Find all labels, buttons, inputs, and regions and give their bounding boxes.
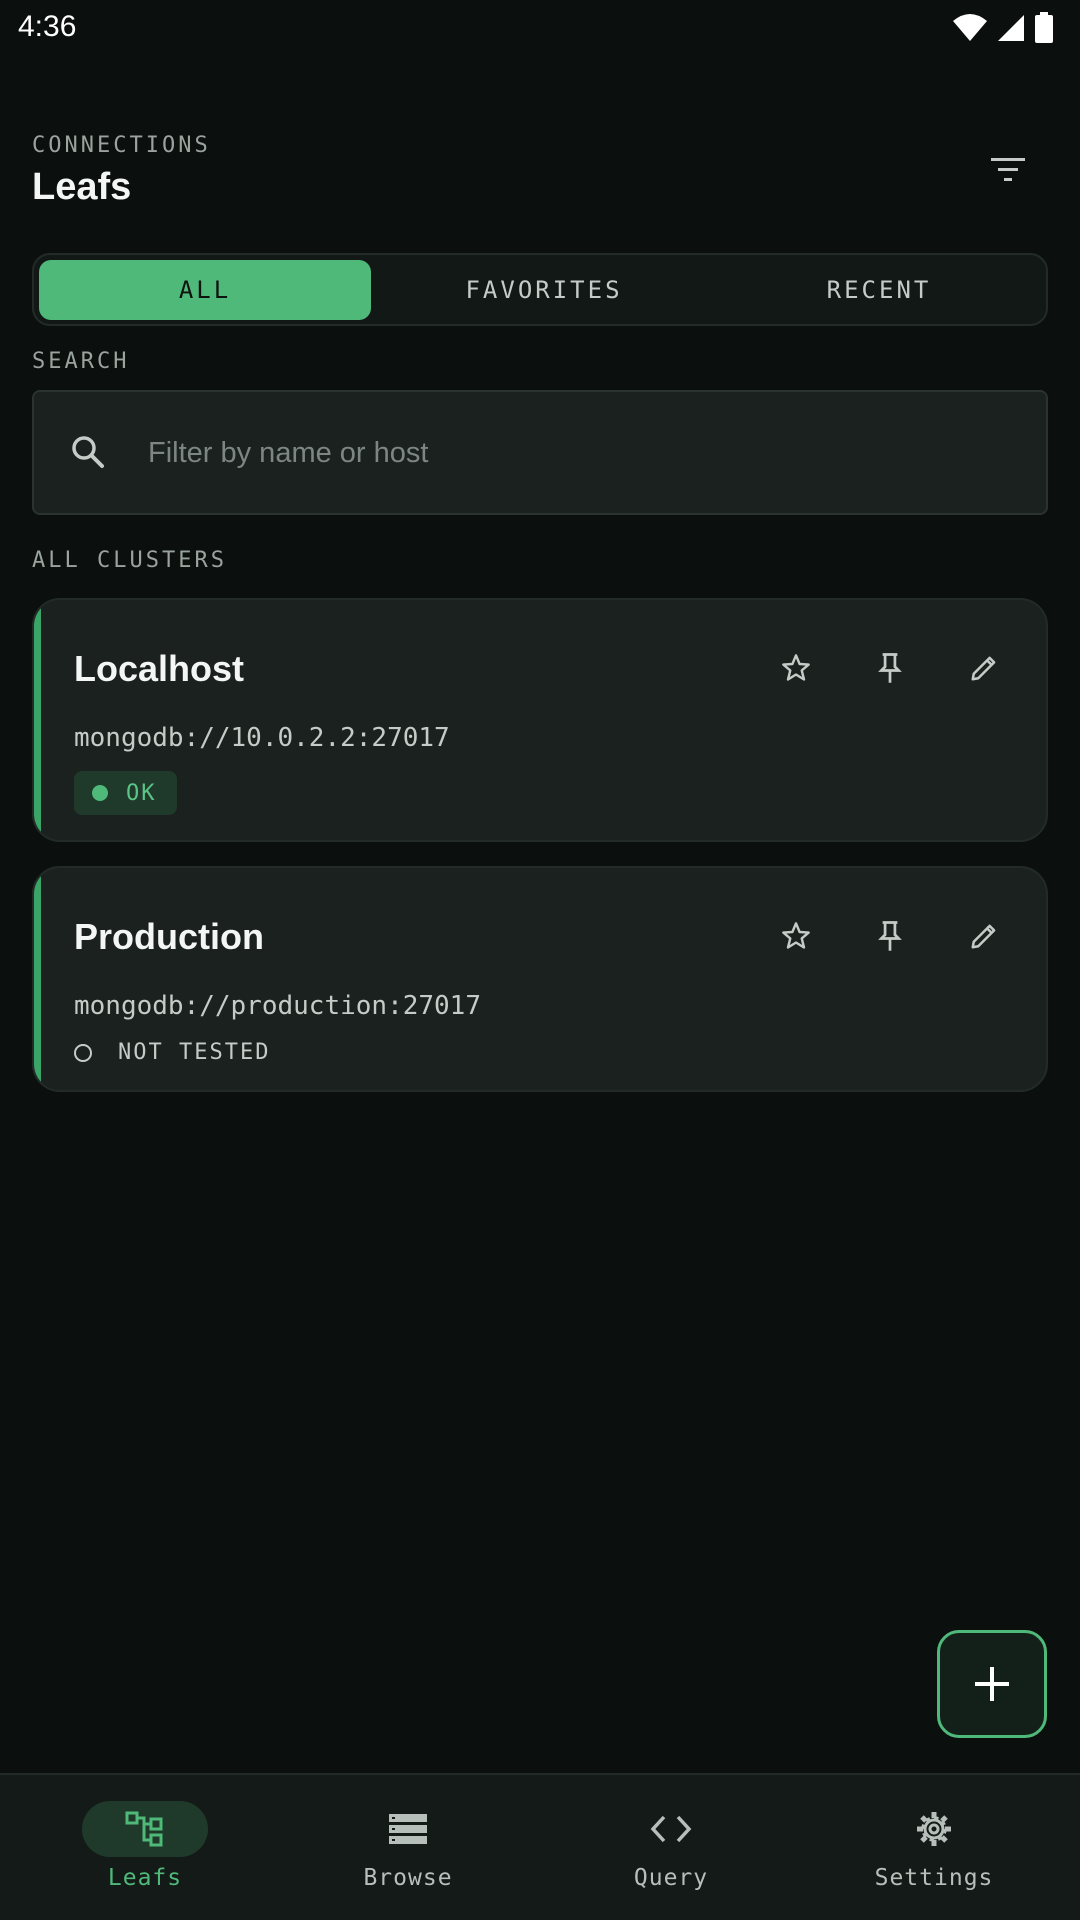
status-text: OK <box>126 780 157 806</box>
edit-button[interactable] <box>958 642 1010 694</box>
header-overline: CONNECTIONS <box>32 133 211 158</box>
star-outline-icon <box>782 654 810 681</box>
signal-icon <box>998 15 1024 41</box>
search-box <box>32 390 1048 515</box>
pin-icon <box>878 653 902 683</box>
filter-tabs: ALL FAVORITES RECENT <box>32 253 1048 326</box>
cluster-card-production[interactable]: Production mongodb://production:27017 NO… <box>32 866 1048 1092</box>
status-badge: OK <box>74 771 177 815</box>
status-icons <box>952 12 1054 44</box>
nav-icon-container <box>608 1801 734 1857</box>
nav-item-leafs[interactable]: Leafs <box>45 1801 245 1901</box>
cluster-card-localhost[interactable]: Localhost mongodb://10.0.2.2:27017 OK <box>32 598 1048 842</box>
cluster-name: Production <box>74 916 264 957</box>
pin-button[interactable] <box>864 642 916 694</box>
card-accent-bar <box>34 600 41 840</box>
status-ring-icon <box>74 1043 92 1062</box>
plus-icon <box>975 1667 1009 1701</box>
pin-button[interactable] <box>864 910 916 962</box>
page-title: Leafs <box>32 166 132 208</box>
nav-label: Query <box>633 1865 709 1891</box>
tree-icon <box>125 1811 163 1847</box>
search-icon <box>72 436 104 468</box>
nav-item-settings[interactable]: Settings <box>834 1801 1034 1901</box>
tab-all[interactable]: ALL <box>39 260 371 320</box>
status-bar: 4:36 <box>0 0 1080 56</box>
nav-item-browse[interactable]: Browse <box>308 1801 508 1901</box>
code-icon <box>650 1815 692 1843</box>
search-input[interactable] <box>148 430 1008 476</box>
edit-button[interactable] <box>958 910 1010 962</box>
tab-recent[interactable]: RECENT <box>714 260 1044 320</box>
status-badge: NOT TESTED <box>74 1040 270 1065</box>
nav-label: Leafs <box>107 1865 183 1891</box>
status-time: 4:36 <box>18 10 77 43</box>
card-actions <box>770 642 1010 694</box>
star-outline-icon <box>782 922 810 949</box>
cluster-name: Localhost <box>74 648 245 689</box>
search-label: SEARCH <box>32 349 130 374</box>
filter-button[interactable] <box>978 146 1038 194</box>
cluster-uri: mongodb://production:27017 <box>74 991 481 1021</box>
favorite-button[interactable] <box>770 642 822 694</box>
nav-label: Settings <box>874 1865 994 1891</box>
wifi-icon <box>953 14 987 41</box>
status-text: NOT TESTED <box>118 1040 271 1065</box>
card-accent-bar <box>34 868 41 1090</box>
nav-icon-container <box>82 1801 208 1857</box>
status-dot-icon <box>92 785 108 801</box>
card-actions <box>770 910 1010 962</box>
battery-icon <box>1035 12 1053 43</box>
list-icon <box>389 1814 427 1844</box>
nav-item-query[interactable]: Query <box>571 1801 771 1901</box>
cluster-uri: mongodb://10.0.2.2:27017 <box>74 723 450 753</box>
pin-icon <box>878 921 902 951</box>
pencil-icon <box>971 924 996 949</box>
tab-favorites[interactable]: FAVORITES <box>379 260 709 320</box>
nav-icon-container <box>871 1801 997 1857</box>
pencil-icon <box>971 656 996 681</box>
clusters-section-label: ALL CLUSTERS <box>32 548 227 573</box>
add-connection-button[interactable] <box>937 1630 1047 1738</box>
filter-list-icon <box>991 158 1025 181</box>
gear-icon <box>917 1812 951 1846</box>
favorite-button[interactable] <box>770 910 822 962</box>
nav-icon-container <box>345 1801 471 1857</box>
nav-label: Browse <box>363 1865 453 1891</box>
bottom-navigation: Leafs Browse Query Settings <box>0 1773 1080 1920</box>
